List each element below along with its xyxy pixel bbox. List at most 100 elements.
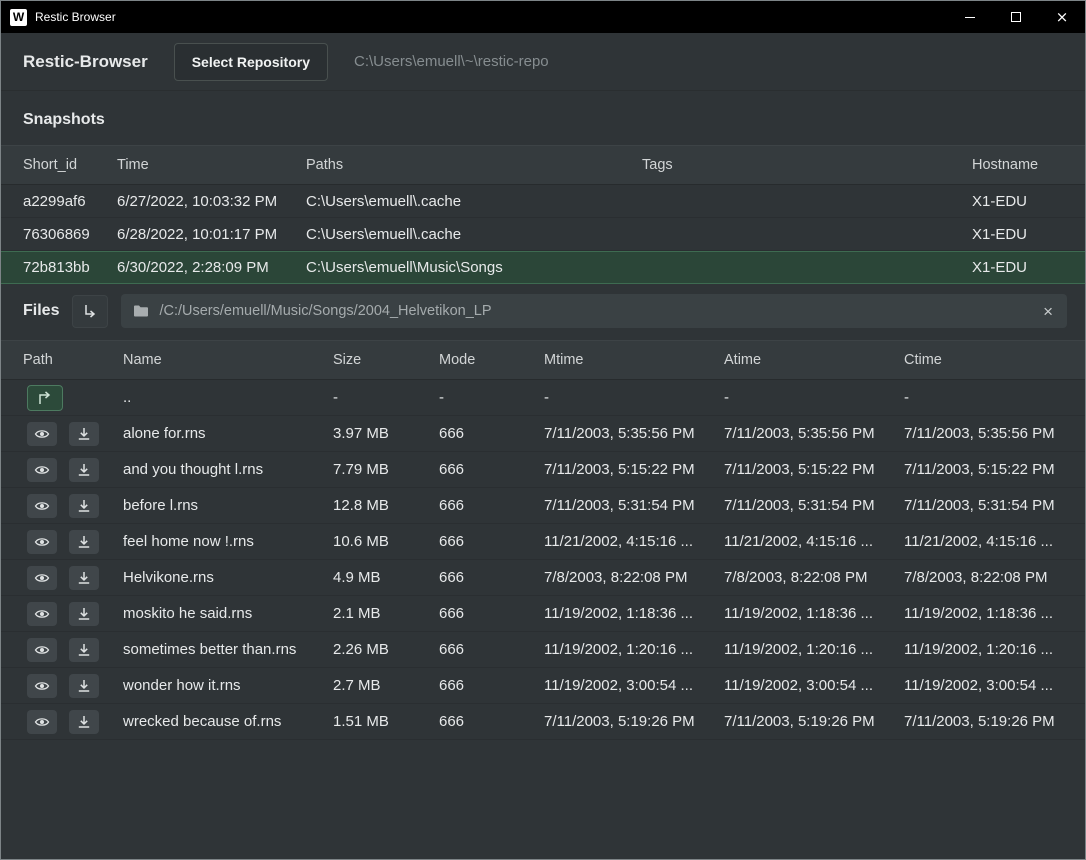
- file-atime: 7/8/2003, 8:22:08 PM: [724, 569, 904, 586]
- file-atime: -: [724, 389, 904, 406]
- download-file-button[interactable]: [69, 710, 99, 734]
- file-ctime: 11/21/2002, 4:15:16 ...: [904, 533, 1063, 550]
- download-icon: [76, 606, 92, 622]
- column-header-ctime: Ctime: [904, 352, 1063, 368]
- file-name: moskito he said.rns: [123, 605, 333, 622]
- file-mode: 666: [439, 425, 544, 442]
- snapshot-paths: C:\Users\emuell\.cache: [306, 193, 642, 210]
- file-mtime: 7/11/2003, 5:15:22 PM: [544, 461, 724, 478]
- file-action-buttons: [27, 458, 99, 482]
- file-row[interactable]: Helvikone.rns 4.9 MB 666 7/8/2003, 8:22:…: [1, 560, 1085, 596]
- snapshot-short-id: 72b813bb: [23, 259, 117, 276]
- file-action-buttons: [27, 602, 99, 626]
- file-row[interactable]: and you thought l.rns 7.79 MB 666 7/11/2…: [1, 452, 1085, 488]
- current-path-field[interactable]: /C:/Users/emuell/Music/Songs/2004_Helvet…: [121, 294, 1067, 328]
- column-header-paths: Paths: [306, 157, 642, 173]
- file-mode: 666: [439, 461, 544, 478]
- download-icon: [76, 678, 92, 694]
- file-row[interactable]: before l.rns 12.8 MB 666 7/11/2003, 5:31…: [1, 488, 1085, 524]
- select-repository-button[interactable]: Select Repository: [174, 43, 328, 81]
- folder-icon: [133, 304, 149, 318]
- file-name: wrecked because of.rns: [123, 713, 333, 730]
- file-row[interactable]: moskito he said.rns 2.1 MB 666 11/19/200…: [1, 596, 1085, 632]
- close-button[interactable]: ×: [1039, 1, 1085, 33]
- snapshot-time: 6/30/2022, 2:28:09 PM: [117, 259, 306, 276]
- eye-icon: [34, 678, 50, 694]
- file-actions: [23, 566, 123, 590]
- file-mtime: 7/8/2003, 8:22:08 PM: [544, 569, 724, 586]
- file-row[interactable]: feel home now !.rns 10.6 MB 666 11/21/20…: [1, 524, 1085, 560]
- file-atime: 7/11/2003, 5:35:56 PM: [724, 425, 904, 442]
- maximize-button[interactable]: [993, 1, 1039, 33]
- page-title: Restic-Browser: [23, 52, 148, 72]
- file-row[interactable]: wrecked because of.rns 1.51 MB 666 7/11/…: [1, 704, 1085, 740]
- snapshot-row[interactable]: 72b813bb 6/30/2022, 2:28:09 PM C:\Users\…: [1, 251, 1085, 284]
- file-ctime: 11/19/2002, 3:00:54 ...: [904, 677, 1063, 694]
- preview-file-button[interactable]: [27, 422, 57, 446]
- snapshot-short-id: 76306869: [23, 226, 117, 243]
- titlebar: W Restic Browser ×: [1, 1, 1085, 33]
- go-up-directory-button[interactable]: [27, 385, 63, 411]
- snapshot-row[interactable]: 76306869 6/28/2022, 10:01:17 PM C:\Users…: [1, 218, 1085, 251]
- preview-file-button[interactable]: [27, 674, 57, 698]
- file-ctime: 7/11/2003, 5:15:22 PM: [904, 461, 1063, 478]
- file-mtime: 11/19/2002, 3:00:54 ...: [544, 677, 724, 694]
- file-atime: 11/19/2002, 3:00:54 ...: [724, 677, 904, 694]
- file-mtime: 11/19/2002, 1:20:16 ...: [544, 641, 724, 658]
- file-mode: 666: [439, 497, 544, 514]
- column-header-time: Time: [117, 157, 306, 173]
- subdirectory-toggle-button[interactable]: [72, 295, 108, 328]
- snapshot-time: 6/27/2022, 10:03:32 PM: [117, 193, 306, 210]
- file-name: sometimes better than.rns: [123, 641, 333, 658]
- file-row[interactable]: wonder how it.rns 2.7 MB 666 11/19/2002,…: [1, 668, 1085, 704]
- download-file-button[interactable]: [69, 422, 99, 446]
- download-file-button[interactable]: [69, 638, 99, 662]
- column-header-atime: Atime: [724, 352, 904, 368]
- eye-icon: [34, 498, 50, 514]
- preview-file-button[interactable]: [27, 638, 57, 662]
- file-mode: 666: [439, 641, 544, 658]
- eye-icon: [34, 606, 50, 622]
- clear-path-button[interactable]: ×: [1041, 303, 1055, 320]
- file-row[interactable]: sometimes better than.rns 2.26 MB 666 11…: [1, 632, 1085, 668]
- file-size: 2.1 MB: [333, 605, 439, 622]
- column-header-hostname: Hostname: [972, 157, 1063, 173]
- snapshot-paths: C:\Users\emuell\.cache: [306, 226, 642, 243]
- eye-icon: [34, 714, 50, 730]
- file-mode: 666: [439, 713, 544, 730]
- preview-file-button[interactable]: [27, 710, 57, 734]
- maximize-icon: [1011, 12, 1021, 22]
- file-atime: 7/11/2003, 5:19:26 PM: [724, 713, 904, 730]
- subdirectory-arrow-icon: [82, 303, 98, 319]
- download-file-button[interactable]: [69, 674, 99, 698]
- preview-file-button[interactable]: [27, 530, 57, 554]
- download-file-button[interactable]: [69, 494, 99, 518]
- snapshot-short-id: a2299af6: [23, 193, 117, 210]
- file-row[interactable]: .. - - - - -: [1, 380, 1085, 416]
- snapshot-time: 6/28/2022, 10:01:17 PM: [117, 226, 306, 243]
- file-mtime: 11/21/2002, 4:15:16 ...: [544, 533, 724, 550]
- snapshot-row[interactable]: a2299af6 6/27/2022, 10:03:32 PM C:\Users…: [1, 185, 1085, 218]
- download-file-button[interactable]: [69, 602, 99, 626]
- download-file-button[interactable]: [69, 566, 99, 590]
- preview-file-button[interactable]: [27, 458, 57, 482]
- eye-icon: [34, 570, 50, 586]
- preview-file-button[interactable]: [27, 602, 57, 626]
- file-mtime: 7/11/2003, 5:35:56 PM: [544, 425, 724, 442]
- preview-file-button[interactable]: [27, 494, 57, 518]
- app-logo-icon: W: [10, 9, 27, 26]
- preview-file-button[interactable]: [27, 566, 57, 590]
- download-icon: [76, 714, 92, 730]
- file-mode: 666: [439, 605, 544, 622]
- file-mtime: -: [544, 389, 724, 406]
- download-file-button[interactable]: [69, 458, 99, 482]
- file-action-buttons: [27, 674, 99, 698]
- download-icon: [76, 642, 92, 658]
- file-action-buttons: [27, 710, 99, 734]
- files-title: Files: [23, 302, 59, 320]
- minimize-button[interactable]: [947, 1, 993, 33]
- file-row[interactable]: alone for.rns 3.97 MB 666 7/11/2003, 5:3…: [1, 416, 1085, 452]
- file-actions: [23, 710, 123, 734]
- download-file-button[interactable]: [69, 530, 99, 554]
- eye-icon: [34, 426, 50, 442]
